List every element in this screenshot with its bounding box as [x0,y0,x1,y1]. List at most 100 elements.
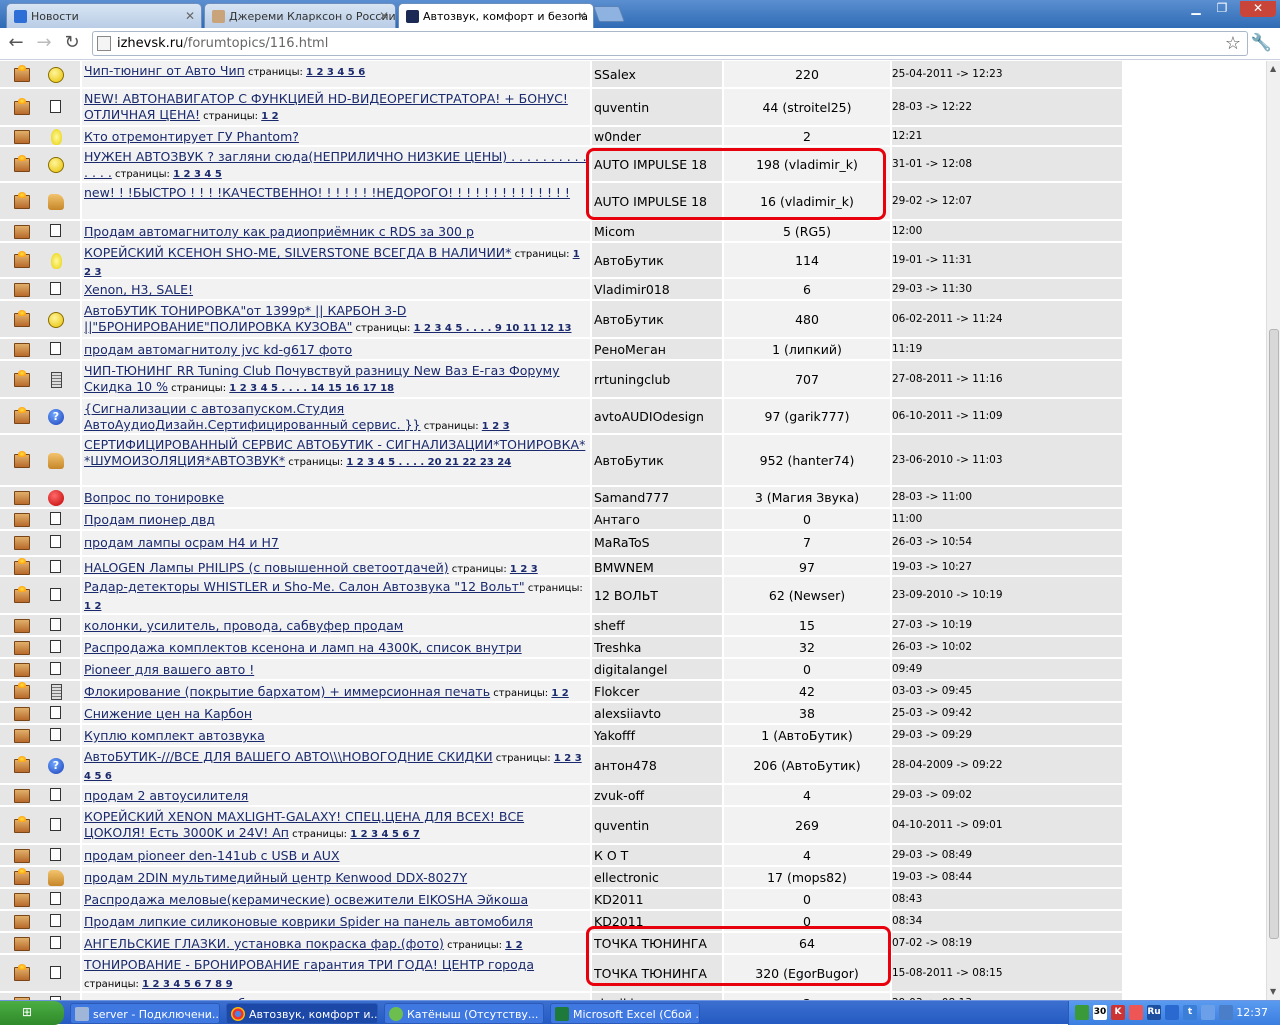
topic-author[interactable]: Yakofff [594,728,724,743]
topic-author[interactable]: ellectronic [594,870,724,885]
wrench-menu-icon[interactable]: 🔧 [1251,33,1272,53]
close-icon[interactable]: ✕ [379,9,389,23]
page-number-links[interactable]: 1 2 3 4 5 [173,169,222,180]
tray-antivirus-icon[interactable] [1129,1005,1143,1020]
tab-clarkson[interactable]: Джереми Кларксон о России ✕ [204,3,396,28]
topic-link[interactable]: new! ! !БЫСТРО ! ! ! !КАЧЕСТВЕННО! ! ! !… [84,185,570,200]
back-arrow-icon[interactable]: ← [6,34,26,54]
topic-link[interactable]: АНГЕЛЬСКИЕ ГЛАЗКИ. установка покраска фа… [84,936,444,951]
tray-badge[interactable]: 30 [1093,1005,1107,1020]
topic-author[interactable]: MaRaToS [594,535,724,550]
topic-link[interactable]: Радар-детекторы WHISTLER и Sho-Me. Салон… [84,579,525,594]
new-tab-button[interactable] [593,6,625,22]
topic-author[interactable]: Антаго [594,512,724,527]
page-number-links[interactable]: 1 2 3 4 5 6 7 [350,829,420,840]
topic-author[interactable]: АвтоБутик [594,453,724,468]
task-excel[interactable]: Microsoft Excel (Сбой ... [550,1003,700,1024]
tray-k-icon[interactable]: K [1111,1005,1125,1020]
topic-author[interactable]: SSalex [594,67,724,82]
minimize-icon[interactable]: ▁ [1182,1,1210,17]
topic-author[interactable]: К О Т [594,848,724,863]
topic-link[interactable]: ТОНИРОВАНИЕ - БРОНИРОВАНИЕ гарантия ТРИ … [84,957,534,972]
tray-t-icon[interactable]: t [1183,1005,1197,1020]
language-icon[interactable]: Ru [1147,1005,1161,1020]
topic-author[interactable]: BMWNEM [594,560,724,575]
task-server[interactable]: server - Подключени... [70,1003,220,1024]
forward-arrow-icon[interactable]: → [34,34,54,54]
start-button[interactable]: ⊞ [0,1001,64,1025]
close-icon[interactable]: ✕ [577,9,587,23]
topic-link[interactable]: Продам пионер двд [84,512,215,527]
topic-author[interactable]: Flokcer [594,684,724,699]
topic-author[interactable]: alexsiiavto [594,706,724,721]
vertical-scrollbar[interactable]: ▲ ▼ [1266,61,1280,1000]
topic-link[interactable]: Распродажа меловые(керамические) освежит… [84,892,528,907]
topic-author[interactable]: АвтоБутик [594,312,724,327]
tray-volume-icon[interactable] [1219,1005,1233,1020]
tab-news[interactable]: Новости ✕ [6,3,202,28]
topic-author[interactable]: avtoAUDIOdesign [594,409,724,424]
topic-author[interactable]: Samand777 [594,490,724,505]
scrollbar-thumb[interactable] [1269,329,1279,939]
topic-author[interactable]: KD2011 [594,892,724,907]
topic-author[interactable]: w0nder [594,129,724,144]
topic-author[interactable]: quventin [594,818,724,833]
page-number-links[interactable]: 1 2 [551,688,568,699]
topic-author[interactable]: Treshka [594,640,724,655]
page-number-links[interactable]: 1 2 3 [510,564,538,575]
topic-link[interactable]: КОРЕЙСКИЙ КСЕНОН SHO-ME, SILVERSTONE ВСЕ… [84,245,511,260]
topic-link[interactable]: АвтоБУТИК-///ВСЕ ДЛЯ ВАШЕГО АВТО\\\НОВОГ… [84,749,493,764]
topic-author[interactable]: Vladimir018 [594,282,724,297]
scroll-up-icon[interactable]: ▲ [1270,64,1276,73]
topic-author[interactable]: 12 ВОЛЬТ [594,588,724,603]
topic-link[interactable]: NEW! АВТОНАВИГАТОР С ФУНКЦИЕЙ HD-ВИДЕОРЕ… [84,91,568,122]
tab-avtozvuk[interactable]: Автозвук, комфорт и безопа ✕ [398,3,594,29]
page-number-links[interactable]: 1 2 3 4 5 . . . . 9 10 11 12 13 [414,323,572,334]
topic-link[interactable]: Чип-тюнинг от Авто Чип [84,63,245,78]
topic-link[interactable]: Снижение цен на Карбон [84,706,252,721]
page-number-links[interactable]: 1 2 3 4 5 . . . . 20 21 22 23 24 [346,457,511,468]
topic-link[interactable]: {Сигнализации с автозапуском.Студия Авто… [84,401,421,432]
page-number-links[interactable]: 1 2 [505,940,522,951]
reload-icon[interactable]: ↻ [62,34,82,54]
page-number-links[interactable]: 1 2 3 [482,421,510,432]
page-number-links[interactable]: 1 2 [84,601,101,612]
topic-link[interactable]: колонки, усилитель, провода, сабвуфер пр… [84,618,403,633]
topic-author[interactable]: quventin [594,100,724,115]
topic-link[interactable]: Вопрос по тонировке [84,490,224,505]
topic-author[interactable]: Micom [594,224,724,239]
topic-author[interactable]: zvuk-off [594,788,724,803]
task-chrome[interactable]: Автозвук, комфорт и... [226,1003,378,1024]
tray-monitor-icon[interactable] [1201,1005,1215,1020]
window-close-icon[interactable]: ✕ [1240,1,1276,17]
page-number-links[interactable]: 1 2 [261,111,278,122]
address-bar[interactable]: izhevsk.ru/forumtopics/116.html ☆ [92,31,1248,56]
page-number-links[interactable]: 1 2 3 4 5 6 [306,67,365,78]
topic-link[interactable]: Продам липкие силиконовые коврики Spider… [84,914,533,929]
topic-link[interactable]: продам 2DIN мультимедийный центр Kenwood… [84,870,467,885]
topic-link[interactable]: Куплю комплект автозвука [84,728,265,743]
maximize-icon[interactable]: ❐ [1208,1,1236,17]
topic-author[interactable]: антон478 [594,758,724,773]
topic-author[interactable]: sheff [594,618,724,633]
tray-network-icon[interactable] [1165,1005,1179,1020]
topic-link[interactable]: Pioneer для вашего авто ! [84,662,254,677]
topic-author[interactable]: digitalangel [594,662,724,677]
close-icon[interactable]: ✕ [185,9,195,23]
topic-author[interactable]: АвтоБутик [594,253,724,268]
page-number-links[interactable]: 1 2 3 4 5 6 7 8 9 [142,979,232,990]
topic-link[interactable]: Флокирование (покрытие бархатом) + иммер… [84,684,490,699]
tray-app-icon[interactable] [1075,1005,1089,1020]
topic-author[interactable]: РеноМеган [594,342,724,357]
topic-link[interactable]: Кто отремонтирует ГУ Phantom? [84,129,299,144]
topic-link[interactable]: продам pioneer den-141ub с USB и AUX [84,848,340,863]
topic-link[interactable]: Распродажа комплектов ксенона и ламп на … [84,640,522,655]
topic-author[interactable]: rrtuningclub [594,372,724,387]
bookmark-star-icon[interactable]: ☆ [1225,33,1241,54]
topic-link[interactable]: продам автомагнитолу jvc kd-g617 фото [84,342,352,357]
topic-link[interactable]: HALOGEN Лампы PHILIPS (с повышенной свет… [84,560,449,575]
task-chat[interactable]: Катёныш (Отсутству... [384,1003,544,1024]
topic-link[interactable]: Xenon, H3, SALE! [84,282,193,297]
topic-link[interactable]: продам 2 автоусилителя [84,788,248,803]
page-number-links[interactable]: 1 2 3 4 5 . . . . 14 15 16 17 18 [229,383,394,394]
